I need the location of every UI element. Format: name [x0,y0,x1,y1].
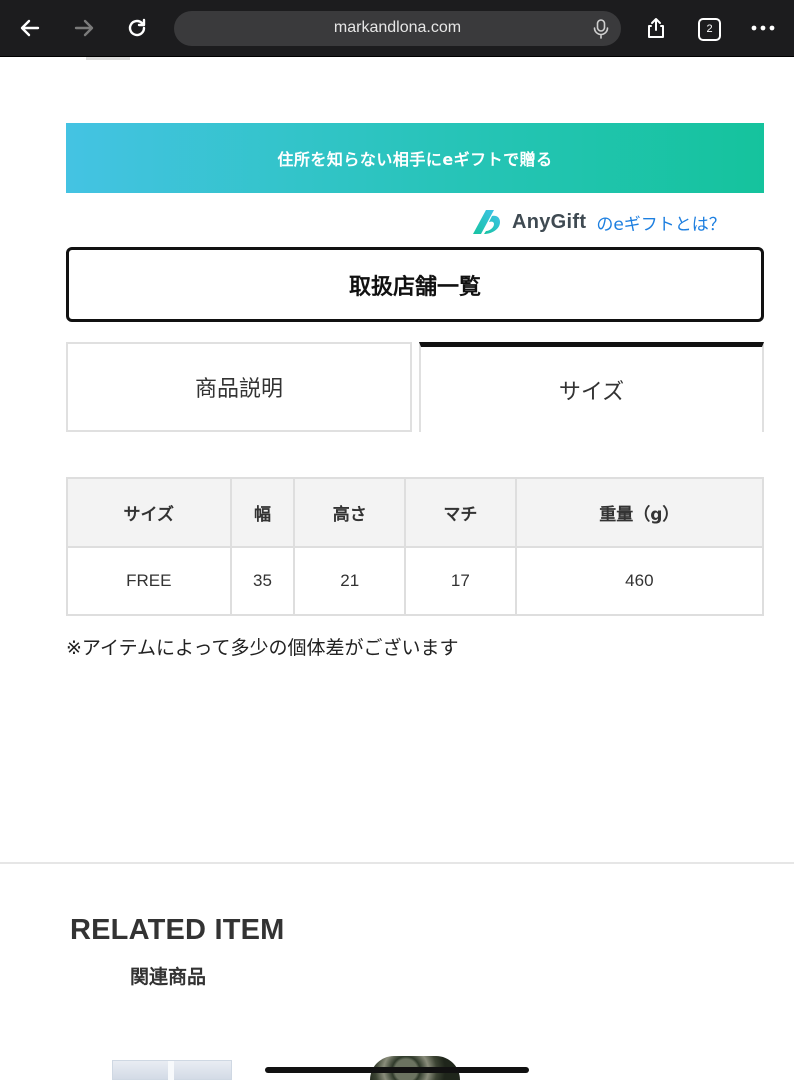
more-dots-icon[interactable] [748,16,778,40]
store-list-button[interactable]: 取扱店舗一覧 [66,247,764,322]
url-text: markandlona.com [333,19,462,36]
reload-icon[interactable] [121,12,153,44]
table-header: マチ [404,477,517,548]
tab-size[interactable]: サイズ [419,342,764,432]
home-indicator[interactable] [265,1067,529,1073]
previous-section-edge [86,57,130,60]
egift-button[interactable]: 住所を知らない相手にeギフトで贈る [66,123,764,193]
table-cell: 35 [229,546,296,616]
related-title: RELATED ITEM [70,914,285,946]
anygift-brand: AnyGift [512,210,587,233]
arrow-right-icon[interactable] [68,12,100,44]
anygift-logo-icon [473,210,500,234]
size-table: サイズ 幅 高さ マチ 重量（g） FREE 35 21 17 460 [66,477,765,616]
microphone-icon[interactable] [591,18,611,40]
arrow-left-icon[interactable] [14,12,46,44]
table-header: 幅 [229,477,296,548]
table-header: 高さ [293,477,407,548]
size-note: ※アイテムによって多少の個体差がございます [66,637,459,659]
tabs-icon[interactable]: 2 [698,18,721,41]
browser-toolbar: markandlona.com 2 [0,0,794,57]
table-row: FREE 35 21 17 460 [66,546,765,616]
tab-description[interactable]: 商品説明 [66,342,412,432]
table-header: 重量（g） [514,477,765,548]
table-cell: 17 [404,546,517,616]
table-cell: FREE [66,546,232,616]
table-header-row: サイズ 幅 高さ マチ 重量（g） [66,477,765,548]
table-cell: 460 [514,546,765,616]
table-cell: 21 [293,546,407,616]
address-bar[interactable]: markandlona.com [174,11,621,46]
section-divider [0,862,794,864]
anygift-info: AnyGift のeギフトとは？ [470,206,726,238]
anygift-about-link[interactable]: のeギフトとは？ [596,210,725,235]
related-subtitle: 関連商品 [130,966,207,988]
table-header: サイズ [66,477,232,548]
share-icon[interactable] [640,12,672,44]
related-item-thumbnail[interactable] [112,1060,232,1080]
